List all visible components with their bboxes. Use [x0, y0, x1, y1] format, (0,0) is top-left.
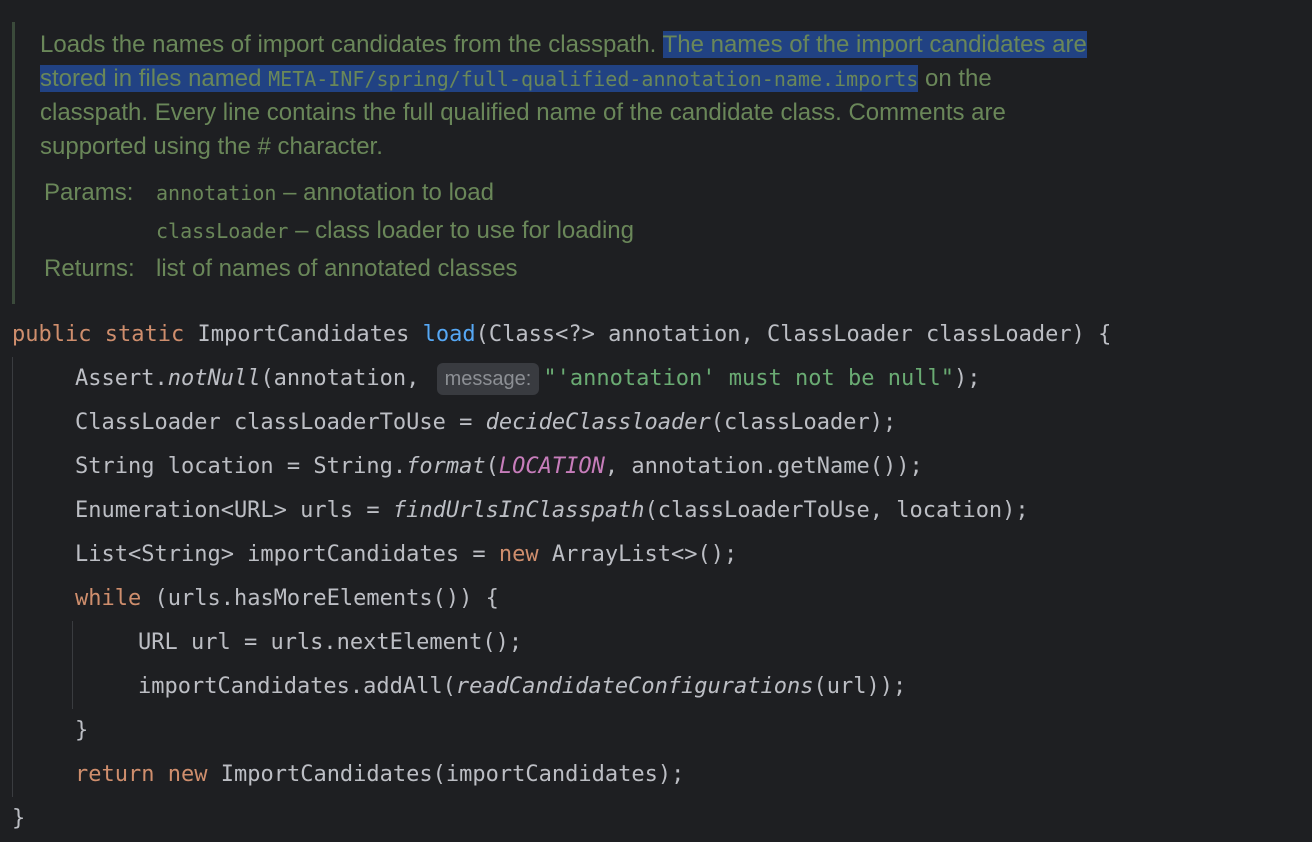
returns-row: Returns: list of names of annotated clas… [44, 255, 518, 282]
params-row-2: classLoader – class loader to use for lo… [156, 217, 634, 244]
param-annotation: annotation [156, 181, 277, 205]
code-line-10[interactable]: return new ImportCandidates(importCandid… [0, 753, 1312, 797]
code-line-11[interactable]: } [0, 797, 1312, 841]
code-line-6[interactable]: while (urls.hasMoreElements()) { [0, 577, 1312, 621]
doc-line-3: classpath. Every line contains the full … [40, 99, 1006, 126]
code-line-4[interactable]: Enumeration<URL> urls = findUrlsInClassp… [0, 489, 1312, 533]
params-row: Params: annotation – annotation to load [44, 179, 494, 206]
code-line-3[interactable]: String location = String.format(LOCATION… [0, 445, 1312, 489]
doc-line-2: stored in files named META-INF/spring/fu… [40, 65, 992, 92]
javadoc-tags: Params: annotation – annotation to load … [44, 174, 634, 288]
param-classloader: classLoader [156, 219, 289, 243]
code-line-1[interactable]: Assert.notNull(annotation, message: "'ann… [0, 357, 1312, 401]
javadoc-gutter-bar [12, 22, 15, 304]
params-label: Params: [44, 179, 134, 206]
doc-line-1: Loads the names of import candidates fro… [40, 31, 1087, 58]
doc-line-4: supported using the # character. [40, 133, 383, 160]
text-selection-2[interactable]: stored in files named META-INF/spring/fu… [40, 65, 919, 92]
code-line-2[interactable]: ClassLoader classLoaderToUse = decideCla… [0, 401, 1312, 445]
method-name: load [422, 322, 476, 347]
code-line-8[interactable]: importCandidates.addAll(readCandidateCon… [0, 665, 1312, 709]
javadoc-description[interactable]: Loads the names of import candidates fro… [40, 28, 1280, 164]
doc-code-path: META-INF/spring/full-qualified-annotatio… [268, 67, 919, 91]
returns-label: Returns: [44, 255, 135, 282]
code-line-signature[interactable]: public static ImportCandidates load(Clas… [0, 313, 1312, 357]
text-selection[interactable]: The names of the import candidates are [662, 31, 1087, 58]
code-editor[interactable]: public static ImportCandidates load(Clas… [0, 313, 1312, 841]
code-line-5[interactable]: List<String> importCandidates = new Arra… [0, 533, 1312, 577]
parameter-hint: message: [436, 363, 540, 395]
code-line-9[interactable]: } [0, 709, 1312, 753]
javadoc-block: Loads the names of import candidates fro… [0, 22, 1300, 304]
code-line-7[interactable]: URL url = urls.nextElement(); [0, 621, 1312, 665]
